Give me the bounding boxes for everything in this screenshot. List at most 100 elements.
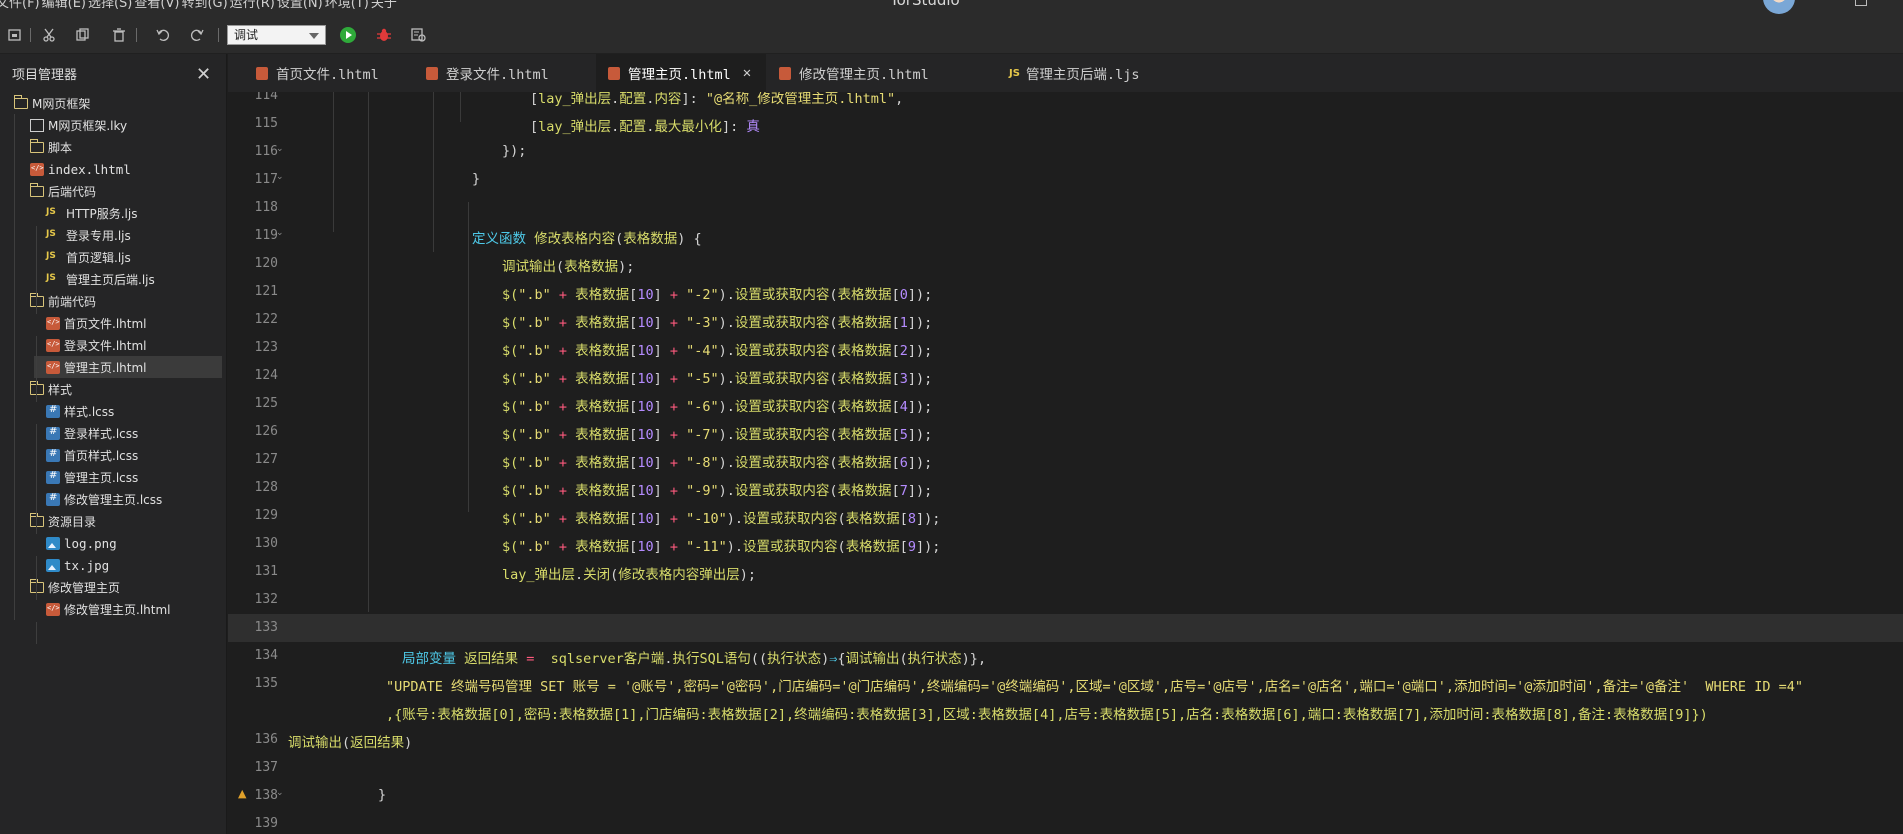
tree-item[interactable]: JS 首页逻辑.ljs	[0, 246, 222, 268]
menu-item[interactable]: 编辑(E)	[42, 0, 86, 11]
redo-icon[interactable]	[188, 26, 206, 44]
tree-item[interactable]: M网页框架.lky	[0, 114, 222, 136]
fold-icon[interactable]: ⌄	[276, 172, 284, 182]
tree-item[interactable]: index.lhtml	[0, 158, 222, 180]
tree-item[interactable]: 修改管理主页.lcss	[0, 488, 222, 510]
save-all-icon[interactable]	[6, 26, 24, 44]
menu-item[interactable]: 转到(G)	[181, 0, 227, 11]
tree-item[interactable]: JS HTTP服务.ljs	[0, 202, 222, 224]
code-token: );	[618, 259, 635, 275]
code-token: "UPDATE 终端号码管理 SET 账号 = '@账号',密码='@密码',门…	[386, 679, 1803, 695]
code-token: $(	[502, 511, 519, 527]
debug-button[interactable]	[375, 26, 393, 44]
code-token: -4	[694, 343, 711, 359]
tree-item[interactable]: 前端代码	[0, 290, 222, 312]
tree-item[interactable]: 首页文件.lhtml	[0, 312, 222, 334]
code-line: 127 $(".b" + 表格数据[10] + "-8").设置或获取内容(表格数…	[228, 446, 1903, 474]
code-text: 局部变量 返回结果 = sqlserver客户端.执行SQL语句((执行状态)⇒…	[402, 647, 986, 667]
menu-item[interactable]: 选择(S)	[88, 0, 132, 11]
folder-icon	[30, 292, 44, 307]
tree-item[interactable]: 管理主页.lhtml	[34, 356, 222, 378]
code-token: 设置或获取内容	[734, 343, 830, 359]
editor-tabs: 首页文件.lhtml 登录文件.lhtml 管理主页.lhtml ✕ 修改管理主…	[228, 54, 1903, 92]
delete-icon[interactable]	[110, 26, 128, 44]
fold-icon[interactable]: ⌄	[276, 228, 284, 238]
code-token: ).	[718, 399, 735, 415]
tree-item-label: tx.jpg	[64, 557, 110, 573]
tab-home-file[interactable]: 首页文件.lhtml	[242, 54, 412, 92]
code-token: "	[710, 455, 719, 471]
warning-icon[interactable]: ▲	[238, 787, 246, 800]
tree-item-label: 登录文件.lhtml	[64, 338, 147, 353]
tree-item[interactable]: JS 管理主页后端.ljs	[0, 268, 222, 290]
undo-icon[interactable]	[154, 26, 172, 44]
menu-item[interactable]: 环境(T)	[325, 0, 369, 11]
tree-item[interactable]: 登录文件.lhtml	[0, 334, 222, 356]
tree-item[interactable]: M网页框架	[0, 92, 222, 114]
run-button[interactable]	[339, 26, 357, 44]
tree-item[interactable]: 资源目录	[0, 510, 222, 532]
code-token: [	[530, 119, 539, 135]
tab-label: 修改管理主页.lhtml	[799, 67, 929, 83]
menu-items[interactable]: 文件(F) 编辑(E) 选择(S) 查看(V) 转到(G) 运行(R) 设置(N) 环境(T)…	[0, 0, 399, 11]
code-token: ,{账号:表格数据[0],密码:表格数据[1],门店编码:表格数据[2],终端编…	[386, 707, 1708, 723]
folder-icon	[30, 182, 44, 197]
close-icon[interactable]: ✕	[196, 64, 211, 85]
menu-item[interactable]: 运行(R)	[230, 0, 275, 11]
code-token: [	[891, 287, 900, 303]
tree-item[interactable]: 样式.lcss	[0, 400, 222, 422]
close-icon[interactable]: ✕	[743, 65, 751, 81]
play-icon	[340, 27, 356, 43]
html-file-icon	[46, 360, 60, 374]
code-token: ".b"	[518, 455, 551, 471]
tree-item[interactable]: 样式	[0, 378, 222, 400]
tree-item[interactable]: log.png	[0, 532, 222, 554]
tab-login-file[interactable]: 登录文件.lhtml	[426, 54, 596, 92]
menu-item[interactable]: 查看(V)	[134, 0, 179, 11]
tree-item[interactable]: JS 登录专用.ljs	[0, 224, 222, 246]
code-token: 表格数据	[837, 315, 892, 331]
code-token: ).	[726, 511, 744, 527]
tree-item[interactable]: 修改管理主页.lhtml	[0, 598, 222, 620]
code-token: 2	[899, 343, 908, 359]
run-mode-select[interactable]: 调试	[227, 25, 326, 45]
user-avatar[interactable]	[1763, 0, 1795, 14]
code-token: 设置或获取内容	[734, 399, 830, 415]
code-editor[interactable]: 114 [lay_弹出层.配置.内容]: "@名称_修改管理主页.lhtml", 1…	[228, 92, 1903, 834]
code-token: +	[550, 511, 576, 527]
menu-item[interactable]: 文件(F)	[0, 0, 40, 11]
tree-item[interactable]: 首页样式.lcss	[0, 444, 222, 466]
menu-bar: 文件(F) 编辑(E) 选择(S) 查看(V) 转到(G) 运行(R) 设置(N) 环境(T)…	[0, 0, 1903, 16]
fold-icon[interactable]: ⌄	[276, 788, 284, 798]
code-token: 设置或获取内容	[734, 455, 830, 471]
menu-item[interactable]: 关于	[371, 0, 397, 11]
fold-icon[interactable]: ⌄	[276, 144, 284, 154]
tab-edit-admin-home[interactable]: 修改管理主页.lhtml	[779, 54, 979, 92]
line-number: 121	[254, 284, 278, 299]
tab-admin-backend[interactable]: JS 管理主页后端.ljs	[1009, 54, 1209, 92]
code-token: $(	[502, 455, 519, 471]
tree-item[interactable]: 脚本	[0, 136, 222, 158]
tree-item[interactable]: tx.jpg	[0, 554, 222, 576]
code-token: [	[891, 371, 900, 387]
code-text: }	[378, 787, 386, 803]
copy-icon[interactable]	[74, 26, 92, 44]
tree-item[interactable]: 管理主页.lcss	[0, 466, 222, 488]
tree-item[interactable]: 登录样式.lcss	[0, 422, 222, 444]
maximize-icon[interactable]	[1855, 0, 1867, 6]
tree-item[interactable]: 修改管理主页	[0, 576, 222, 598]
tree-item[interactable]: 后端代码	[0, 180, 222, 202]
code-token: 表格数据	[837, 343, 892, 359]
menu-item[interactable]: 设置(N)	[277, 0, 323, 11]
image-file-icon	[46, 536, 60, 550]
breakpoints-icon[interactable]	[410, 26, 428, 44]
code-token: 表格数据	[575, 343, 630, 359]
tab-label: 登录文件.lhtml	[446, 67, 549, 83]
cut-icon[interactable]	[40, 26, 58, 44]
code-token: ".b"	[518, 399, 551, 415]
code-token: }	[472, 171, 481, 187]
tab-admin-home[interactable]: 管理主页.lhtml ✕	[596, 54, 766, 92]
code-token: 配置	[619, 92, 647, 107]
code-token: 调试输出	[288, 735, 342, 751]
html-file-icon	[426, 66, 438, 80]
